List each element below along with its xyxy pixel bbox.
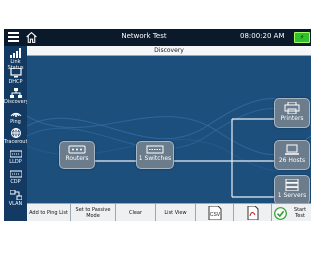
csv-export-button[interactable]: CSV (196, 204, 234, 221)
sidebar-item-label: LLDP (9, 159, 22, 165)
globe-icon (10, 128, 21, 138)
switch-icon (146, 145, 164, 154)
set-passive-mode-button[interactable]: Set to Passive Mode (71, 204, 116, 221)
hosts-node[interactable]: 26 Hosts (274, 140, 310, 170)
csv-label: CSV (209, 212, 220, 218)
pdf-file-icon (247, 206, 258, 220)
check-circle-icon (274, 206, 287, 220)
sidebar-item-label: CDP (10, 179, 21, 185)
switches-node[interactable]: 1 Switches (136, 141, 174, 169)
printer-icon (284, 102, 300, 114)
battery-icon: ⚡ (294, 32, 310, 43)
add-to-ping-list-button[interactable]: Add to Ping List (27, 204, 71, 221)
node-label: Printers (280, 115, 304, 122)
sidebar-item-discovery[interactable]: Discovery (4, 88, 29, 105)
router-icon (68, 145, 86, 154)
laptop-icon (285, 144, 299, 155)
background-waves (27, 98, 311, 198)
server-icon (285, 179, 299, 191)
signal-bars-icon (9, 48, 21, 58)
csv-file-icon: CSV (208, 206, 221, 220)
device-screen: Network Test 08:00:20 AM ⚡ Link Status D… (4, 29, 311, 221)
sidebar-item-dhcp[interactable]: DHCP (4, 68, 27, 85)
app-title: Network Test (121, 32, 167, 40)
routers-node[interactable]: Routers (59, 141, 95, 169)
clock-time: 08:00:20 AM (240, 32, 285, 40)
action-toolbar: Add to Ping List Set to Passive Mode Cle… (27, 203, 311, 221)
node-label: 1 Servers (277, 192, 307, 199)
node-label: 1 Switches (138, 155, 172, 162)
start-test-label: Start Test (293, 207, 307, 219)
sidebar-item-vlan[interactable]: VLAN (4, 190, 27, 207)
sidebar-item-label: VLAN (8, 201, 23, 207)
switch-icon (9, 170, 22, 178)
sidebar: Link Status DHCP Discovery Ping Tracerou… (4, 46, 30, 221)
sidebar-item-label: Ping (10, 119, 21, 125)
sidebar-item-ping[interactable]: Ping (4, 108, 27, 125)
radar-icon (10, 112, 21, 117)
node-label: Routers (65, 155, 89, 162)
node-label: 26 Hosts (278, 157, 306, 164)
list-view-button[interactable]: List View (156, 204, 196, 221)
sidebar-item-cdp[interactable]: CDP (4, 170, 27, 185)
menu-icon[interactable] (8, 32, 19, 42)
vlan-icon (9, 190, 22, 200)
sidebar-item-label: Discovery (4, 99, 29, 105)
switch-icon (9, 150, 22, 158)
top-bar: Network Test 08:00:20 AM ⚡ (4, 29, 311, 46)
sidebar-item-label: DHCP (8, 79, 23, 85)
home-icon[interactable] (25, 31, 38, 44)
sidebar-item-lldp[interactable]: LLDP (4, 150, 27, 165)
network-icon (9, 88, 22, 98)
servers-node[interactable]: 1 Servers (274, 175, 310, 203)
discovery-panel: Discovery Routers 1 Switches Printers 26… (27, 46, 311, 203)
page-title: Discovery (27, 46, 311, 56)
start-test-button[interactable]: Start Test (272, 204, 311, 221)
computer-icon (9, 68, 22, 78)
clear-button[interactable]: Clear (116, 204, 156, 221)
pdf-export-button[interactable] (234, 204, 272, 221)
sidebar-item-traceroute[interactable]: Traceroute (4, 128, 30, 145)
printers-node[interactable]: Printers (274, 98, 310, 128)
